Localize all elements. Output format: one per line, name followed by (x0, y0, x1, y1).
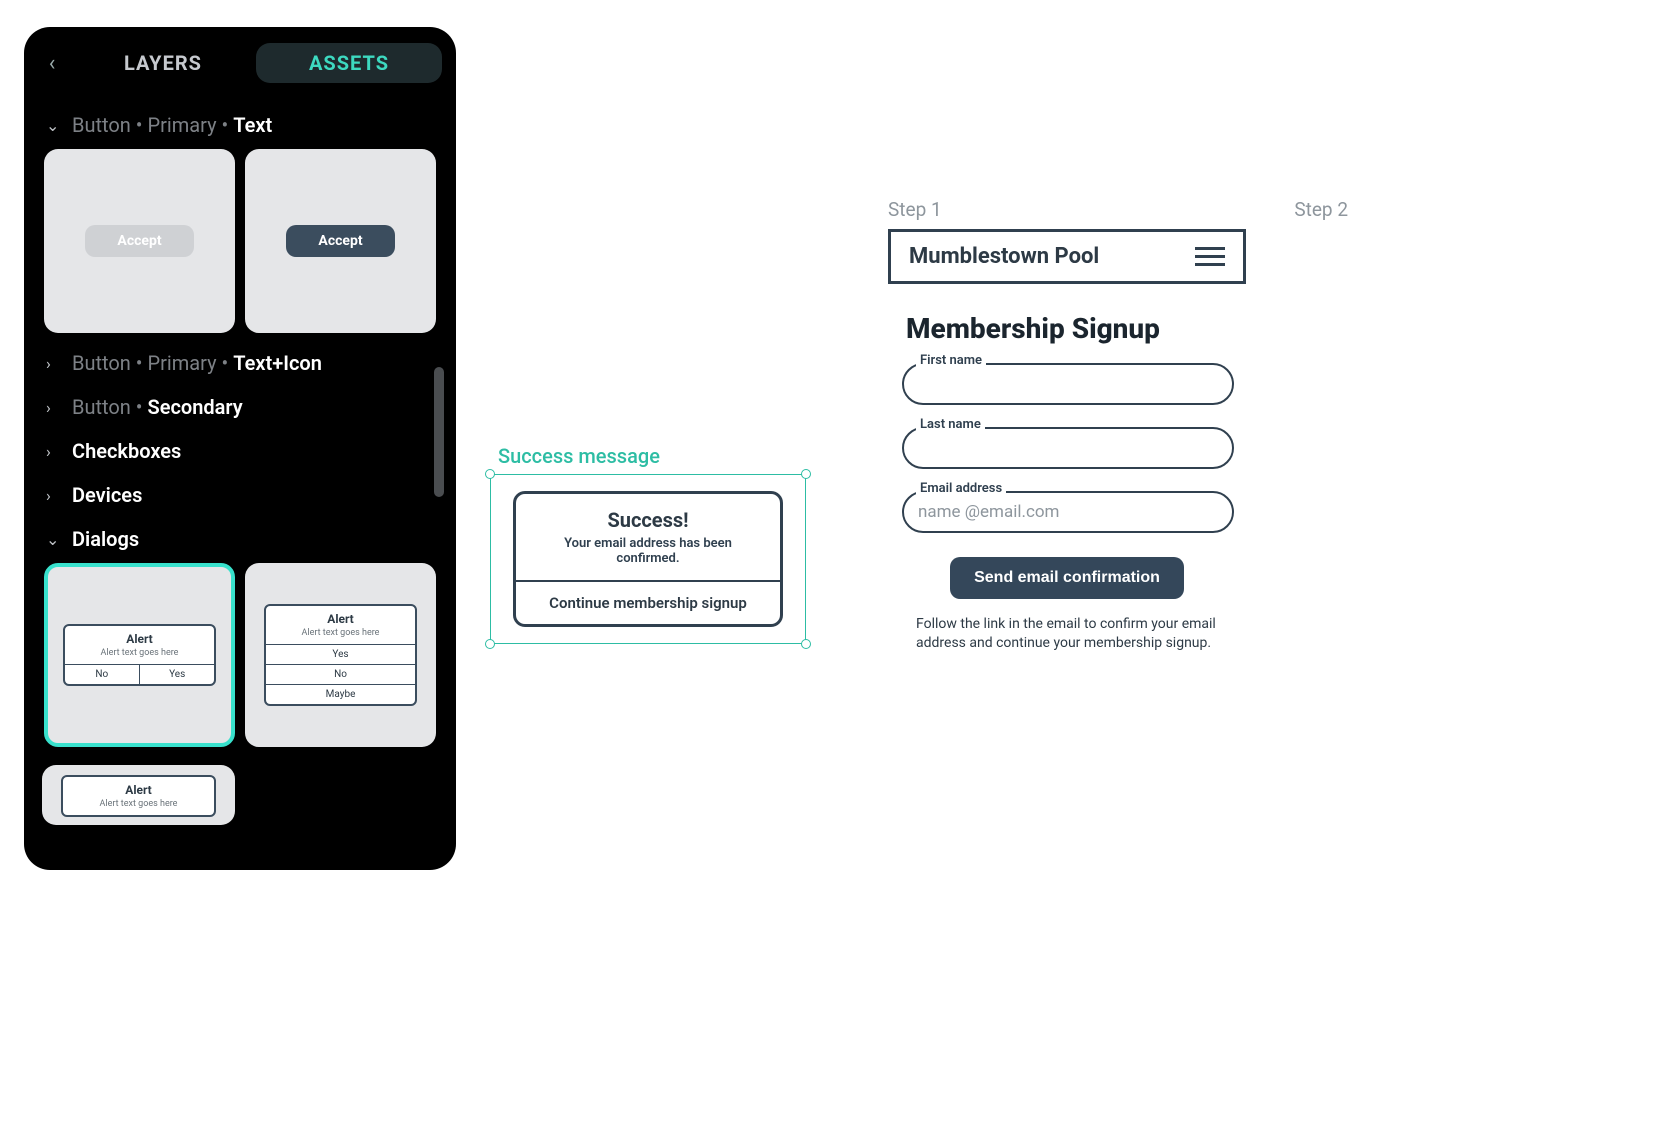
resize-handle-br[interactable] (801, 639, 811, 649)
resize-handle-tl[interactable] (485, 469, 495, 479)
brand-title: Mumblestown Pool (909, 244, 1099, 269)
chevron-right-icon: › (46, 442, 62, 461)
panel-body: ⌄ Button • Primary • Text Accept Accept … (34, 89, 446, 870)
chevron-right-icon: › (46, 486, 62, 505)
button-thumb-grid: Accept Accept (42, 147, 438, 341)
mini-button-primary: Accept (286, 225, 394, 257)
resize-handle-bl[interactable] (485, 639, 495, 649)
tab-assets[interactable]: ASSETS (256, 43, 442, 83)
send-confirmation-button[interactable]: Send email confirmation (950, 557, 1184, 599)
email-placeholder: name @email.com (902, 491, 1234, 533)
back-chevron-icon[interactable]: ‹ (34, 51, 70, 76)
asset-thumb-dialog-2btn[interactable]: Alert Alert text goes here No Yes (44, 563, 235, 747)
success-dialog: Success! Your email address has been con… (513, 491, 783, 627)
tab-layers[interactable]: LAYERS (70, 51, 256, 75)
scrollbar[interactable] (434, 367, 444, 497)
assets-panel: ‹ LAYERS ASSETS ⌄ Button • Primary • Tex… (24, 27, 456, 870)
chevron-right-icon: › (46, 398, 62, 417)
category-checkboxes[interactable]: › Checkboxes (42, 429, 438, 473)
asset-thumb-dialog-partial[interactable]: Alert Alert text goes here (42, 765, 235, 825)
email-field[interactable]: Email address name @email.com (902, 491, 1234, 533)
dialog-title: Success! (516, 494, 780, 536)
category-button-primary-text[interactable]: ⌄ Button • Primary • Text (42, 103, 438, 147)
asset-thumb-button-primary[interactable]: Accept (245, 149, 436, 333)
last-name-label: Last name (916, 417, 985, 432)
hamburger-icon[interactable] (1195, 247, 1225, 266)
category-button-primary-texticon[interactable]: › Button • Primary • Text+Icon (42, 341, 438, 385)
step-2-label: Step 2 (1294, 198, 1348, 221)
category-name: Text (233, 113, 272, 137)
page-heading: Membership Signup (906, 312, 1348, 345)
category-dialogs[interactable]: ⌄ Dialogs (42, 517, 438, 561)
chevron-down-icon: ⌄ (46, 116, 62, 135)
chevron-down-icon: ⌄ (46, 530, 62, 549)
first-name-label: First name (916, 353, 986, 368)
asset-thumb-dialog-3btn[interactable]: Alert Alert text goes here Yes No Maybe (245, 563, 436, 747)
canvas-selected-component[interactable]: Success message Success! Your email addr… (490, 444, 806, 644)
resize-handle-tr[interactable] (801, 469, 811, 479)
mock-header: Mumblestown Pool (888, 229, 1246, 284)
email-label: Email address (916, 481, 1006, 496)
dialog-body: Your email address has been confirmed. (516, 536, 780, 580)
step-1-label: Step 1 (888, 198, 942, 221)
dialog-preview: Alert Alert text goes here No Yes (63, 624, 217, 686)
dialog-preview: Alert Alert text goes here (61, 775, 215, 817)
chevron-right-icon: › (46, 354, 62, 373)
category-devices[interactable]: › Devices (42, 473, 438, 517)
dialog-continue-button[interactable]: Continue membership signup (516, 580, 780, 624)
last-name-field[interactable]: Last name (902, 427, 1234, 469)
selection-frame[interactable]: Success! Your email address has been con… (490, 474, 806, 644)
panel-tabs: ‹ LAYERS ASSETS (34, 37, 446, 89)
first-name-field[interactable]: First name (902, 363, 1234, 405)
category-button-secondary[interactable]: › Button • Secondary (42, 385, 438, 429)
dialog-thumb-grid: Alert Alert text goes here No Yes Alert … (42, 561, 438, 755)
selection-label: Success message (498, 444, 806, 468)
mini-button-disabled: Accept (85, 225, 193, 257)
asset-thumb-button-disabled[interactable]: Accept (44, 149, 235, 333)
signup-mockup: Step 1 Step 2 Mumblestown Pool Membershi… (888, 198, 1348, 653)
step-labels: Step 1 Step 2 (888, 198, 1348, 221)
category-prefix: Button • Primary • (72, 113, 233, 137)
helper-text: Follow the link in the email to confirm … (916, 615, 1236, 653)
dialog-preview: Alert Alert text goes here Yes No Maybe (264, 604, 418, 706)
